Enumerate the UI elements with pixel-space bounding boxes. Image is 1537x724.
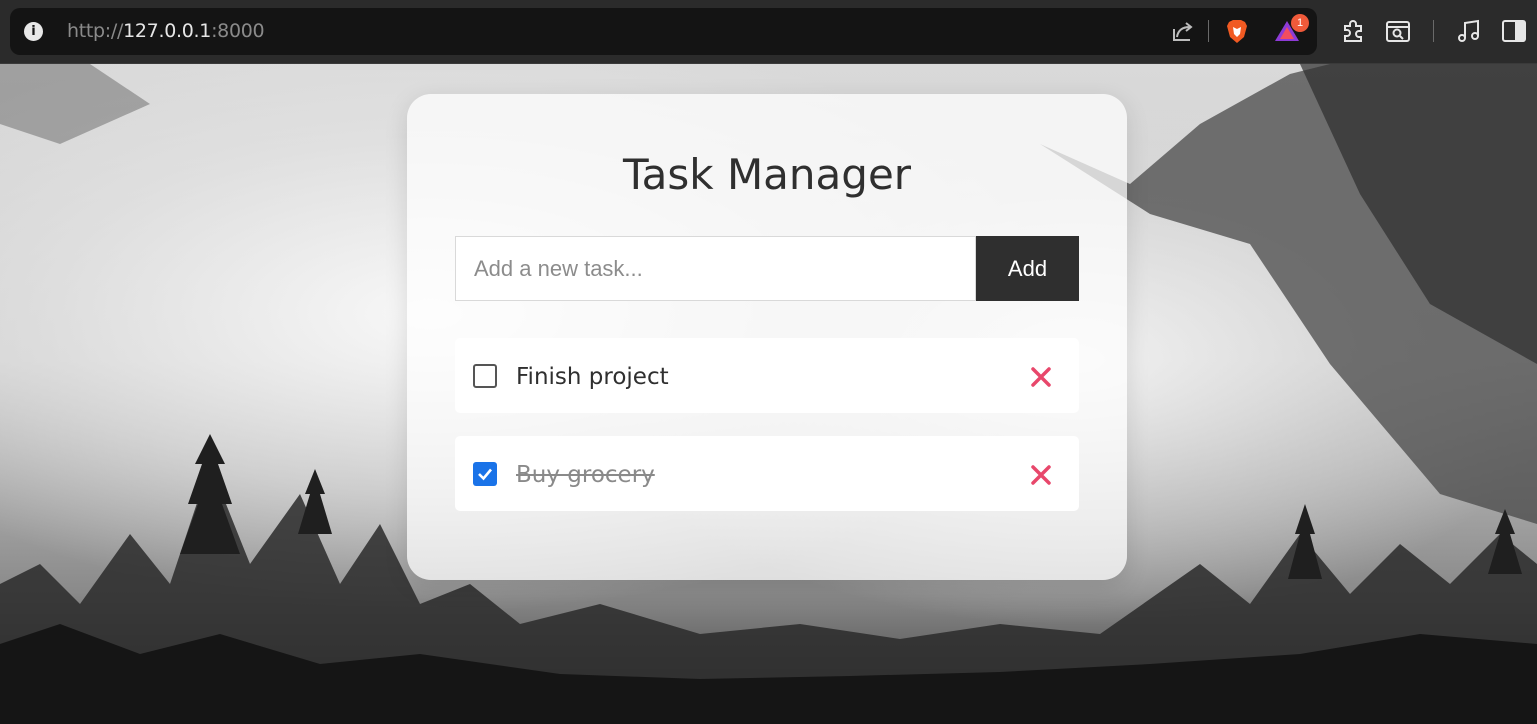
- address-url[interactable]: http://127.0.0.1:8000: [67, 20, 265, 42]
- browser-toolbar: i http://127.0.0.1:8000 1: [0, 0, 1537, 64]
- rewards-badge: 1: [1291, 14, 1309, 32]
- task-manager-card: Task Manager Add Finish project Buy groc…: [407, 94, 1127, 580]
- tab-search-icon[interactable]: [1384, 17, 1412, 45]
- url-scheme: http://: [67, 20, 124, 42]
- add-task-button[interactable]: Add: [976, 236, 1079, 301]
- new-task-input[interactable]: [455, 236, 976, 301]
- task-item: Buy grocery: [455, 436, 1079, 511]
- task-checkbox[interactable]: [473, 364, 497, 388]
- url-host: 127.0.0.1: [123, 20, 212, 42]
- checkmark-icon: [478, 468, 492, 481]
- media-control-icon[interactable]: [1455, 17, 1483, 45]
- task-checkbox[interactable]: [473, 462, 497, 486]
- site-info-icon[interactable]: i: [24, 22, 43, 41]
- delete-task-icon[interactable]: [1029, 463, 1053, 487]
- extensions-icon[interactable]: [1339, 17, 1367, 45]
- task-item: Finish project: [455, 338, 1079, 413]
- sidebar-toggle-icon[interactable]: [1500, 17, 1528, 45]
- delete-task-icon[interactable]: [1029, 365, 1053, 389]
- url-port: :8000: [211, 20, 265, 42]
- brave-shields-icon[interactable]: [1223, 17, 1251, 45]
- task-label: Finish project: [516, 364, 669, 390]
- page-title: Task Manager: [622, 150, 912, 199]
- toolbar-divider: [1208, 20, 1209, 42]
- share-icon[interactable]: [1169, 17, 1197, 45]
- page-background: Task Manager Add Finish project Buy groc…: [0, 64, 1537, 724]
- toolbar-divider: [1433, 20, 1434, 42]
- task-label: Buy grocery: [516, 462, 655, 488]
